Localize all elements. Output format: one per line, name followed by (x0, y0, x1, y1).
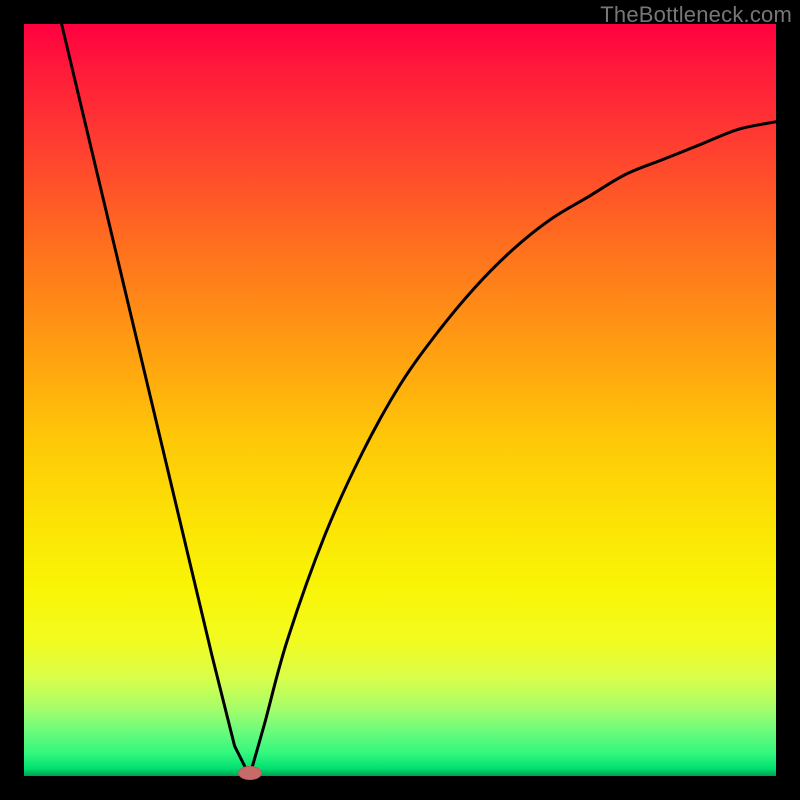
bottleneck-marker (238, 766, 262, 780)
chart-curve-svg (24, 24, 776, 776)
watermark-text: TheBottleneck.com (600, 2, 792, 28)
bottleneck-curve (62, 24, 776, 776)
chart-plot-area (24, 24, 776, 776)
